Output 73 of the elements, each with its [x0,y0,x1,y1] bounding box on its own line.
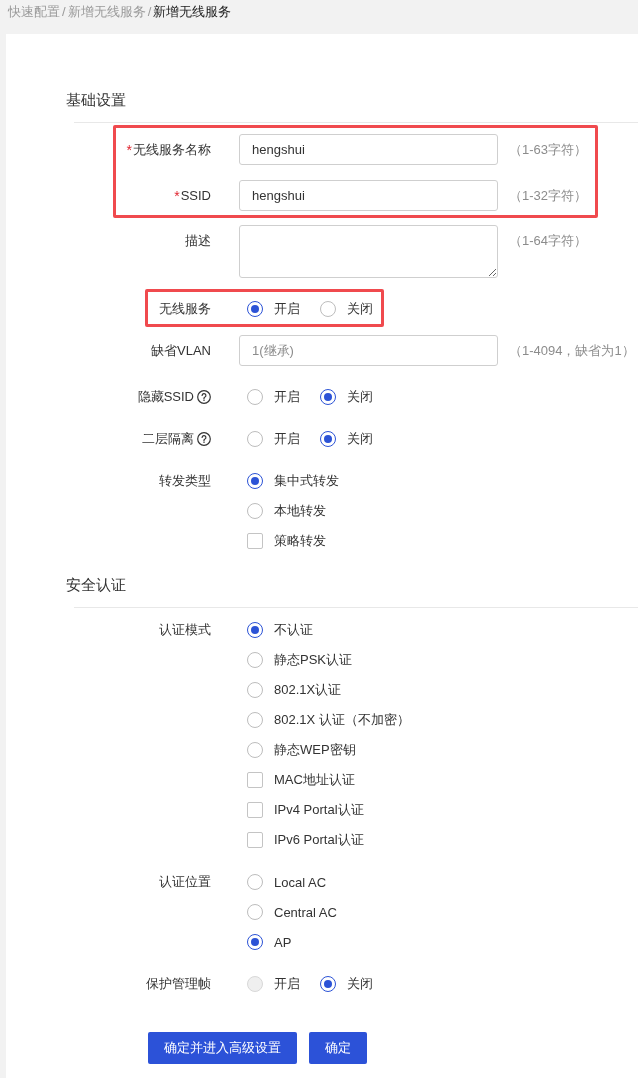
field-hint: （1-64字符） [509,232,588,250]
option-label: MAC地址认证 [274,771,355,789]
radio-button[interactable] [247,682,263,698]
radio-button[interactable] [247,904,263,920]
option-label: 关闭 [347,300,373,318]
radio-button[interactable] [247,473,263,489]
option-label: 不认证 [274,621,313,639]
option-label: 策略转发 [274,532,326,550]
field-label: 转发类型 [159,472,211,490]
help-icon[interactable] [197,390,211,404]
field-label: 认证位置 [159,873,211,891]
option-label: 802.1X 认证（不加密） [274,711,410,729]
field-label: 保护管理帧 [146,975,211,993]
submit-button[interactable]: 确定 [309,1032,367,1064]
option-label: Local AC [274,874,327,890]
radio-button[interactable] [320,301,336,317]
radio-button[interactable] [247,503,263,519]
radio-button[interactable] [247,431,263,447]
field-label: 认证模式 [159,621,211,639]
breadcrumb-separator: / [62,3,66,21]
option-label: 802.1X认证 [274,681,342,699]
option-label: IPv4 Portal认证 [274,801,364,819]
text-field[interactable]: hengshui [239,180,498,211]
option-label: Central AC [274,904,337,920]
option-label: 关闭 [347,975,373,993]
checkbox[interactable] [247,832,263,848]
radio-button[interactable] [247,652,263,668]
radio-button[interactable] [247,389,263,405]
option-label: 本地转发 [274,502,326,520]
field-hint: （1-4094，缺省为1） [509,342,635,360]
field-label: SSID [180,188,211,203]
breadcrumb-current: 新增无线服务 [153,3,232,21]
field-label: 二层隔离 [142,430,194,448]
checkbox[interactable] [247,772,263,788]
option-label: AP [274,934,292,950]
option-label: 关闭 [347,430,373,448]
radio-button[interactable] [247,874,263,890]
option-label: 开启 [274,430,300,448]
radio-button[interactable] [320,976,336,992]
option-label: 静态WEP密钥 [274,741,356,759]
checkbox[interactable] [247,802,263,818]
field-hint: （1-32字符） [509,187,588,205]
option-label: IPv6 Portal认证 [274,831,364,849]
option-label: 集中式转发 [274,472,339,490]
option-label: 开启 [274,300,300,318]
section-title: 基础设置 [66,90,127,110]
submit-button[interactable]: 确定并进入高级设置 [148,1032,297,1064]
radio-button[interactable] [247,934,263,950]
option-label: 关闭 [347,388,373,406]
text-field[interactable]: 1(继承) [239,335,498,366]
field-hint: （1-63字符） [509,141,588,159]
radio-button[interactable] [247,742,263,758]
field-label: 无线服务 [159,300,211,318]
option-label: 静态PSK认证 [274,651,352,669]
field-label: 隐藏SSID [137,388,194,406]
option-label: 开启 [274,975,300,993]
required-mark: * [174,187,180,204]
field-label: 描述 [185,231,211,250]
checkbox[interactable] [247,533,263,549]
text-field[interactable]: hengshui [239,134,498,165]
breadcrumb-separator: / [147,3,152,21]
field-label: 缺省VLAN [151,341,211,360]
section-title: 安全认证 [66,575,127,595]
radio-button[interactable] [247,622,263,638]
radio-button[interactable] [247,712,263,728]
radio-button[interactable] [320,389,336,405]
help-icon[interactable] [197,432,211,446]
radio-button[interactable] [247,301,263,317]
option-label: 开启 [274,388,300,406]
description-field[interactable] [239,225,498,278]
field-label: 无线服务名称 [133,140,211,159]
radio-button[interactable] [320,431,336,447]
required-mark: * [126,141,132,158]
